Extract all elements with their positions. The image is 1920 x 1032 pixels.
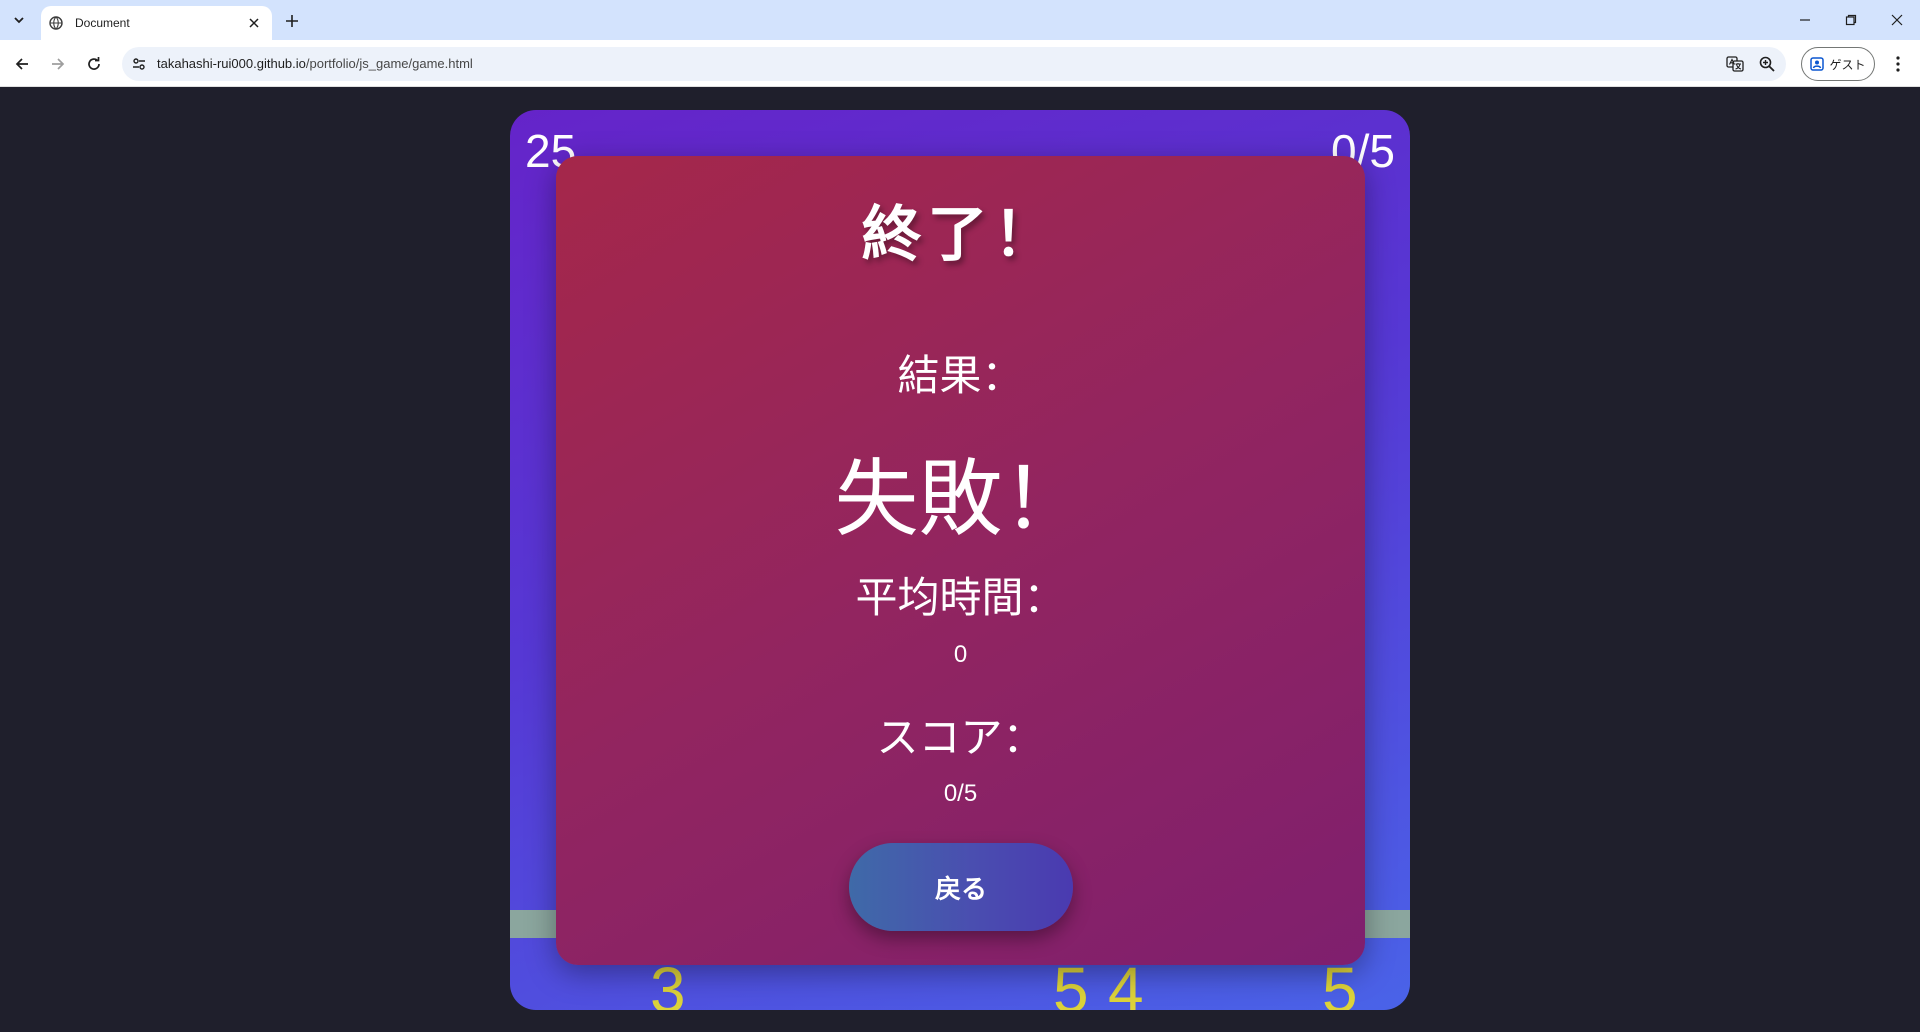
- falling-number: 5: [1053, 954, 1089, 1010]
- translate-icon[interactable]: [1726, 55, 1744, 73]
- tab-title: Document: [75, 16, 130, 30]
- globe-icon: [49, 16, 63, 30]
- falling-number: 5: [1322, 954, 1358, 1010]
- menu-icon[interactable]: [1886, 52, 1910, 76]
- close-icon[interactable]: [244, 13, 264, 33]
- result-value: 失敗！: [834, 450, 1087, 548]
- reload-icon[interactable]: [80, 50, 108, 78]
- result-label: 結果：: [897, 351, 1024, 400]
- falling-number: 3: [650, 954, 686, 1010]
- window-close-icon[interactable]: [1874, 0, 1920, 40]
- score-value: 0/5: [943, 780, 978, 807]
- profile-icon: [1810, 57, 1825, 71]
- tab-strip: Document: [0, 0, 1920, 40]
- falling-number: 4: [1108, 954, 1144, 1010]
- forward-icon[interactable]: [44, 50, 72, 78]
- result-modal: 終了！ 結果： 失敗！ 平均時間： 0 スコア： 0/5 戻る: [556, 156, 1365, 965]
- url-host: takahashi-rui000.github.io: [157, 56, 306, 71]
- avg-time-value: 0: [953, 641, 968, 668]
- restore-icon[interactable]: [1828, 0, 1874, 40]
- avg-time-label: 平均時間：: [855, 573, 1066, 622]
- browser-toolbar: takahashi-rui000.github.io/portfolio/js_…: [0, 40, 1920, 87]
- site-settings-icon[interactable]: [131, 56, 147, 72]
- url-path: /portfolio/js_game/game.html: [305, 56, 473, 71]
- zoom-icon[interactable]: [1758, 55, 1776, 73]
- address-bar[interactable]: takahashi-rui000.github.io/portfolio/js_…: [122, 47, 1786, 81]
- back-button[interactable]: 戻る: [849, 843, 1073, 931]
- profile-label: ゲスト: [1829, 57, 1866, 72]
- new-tab-icon[interactable]: [280, 9, 304, 33]
- modal-title: 終了！: [861, 200, 1060, 270]
- profile-button[interactable]: ゲスト: [1801, 47, 1875, 81]
- score-label: スコア：: [876, 713, 1045, 762]
- back-icon[interactable]: [8, 50, 36, 78]
- browser-tab[interactable]: Document: [41, 6, 272, 40]
- minimize-icon[interactable]: [1782, 0, 1828, 40]
- tab-search-icon[interactable]: [6, 8, 32, 32]
- url-text: takahashi-rui000.github.io/portfolio/js_…: [157, 56, 473, 71]
